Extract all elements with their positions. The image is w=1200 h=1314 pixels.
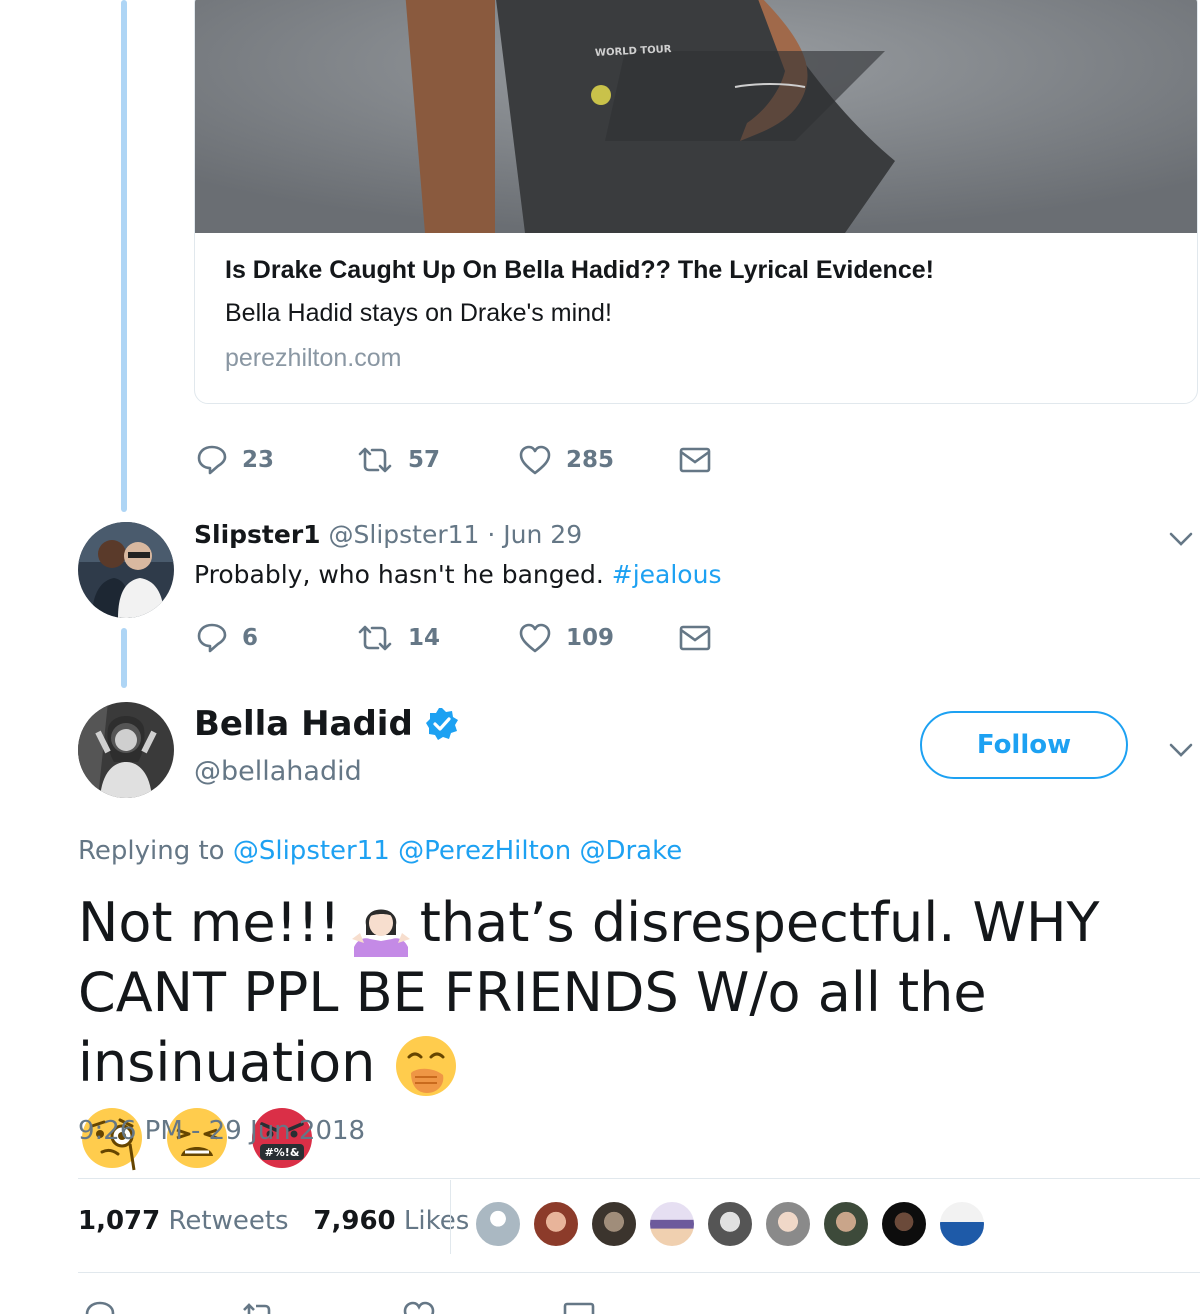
chevron-down-icon[interactable] <box>1168 531 1194 547</box>
like-count: 285 <box>566 447 615 473</box>
envelope-icon <box>679 447 711 473</box>
reply-date[interactable]: Jun 29 <box>503 520 582 549</box>
reply-icon <box>197 623 227 653</box>
heart-icon <box>519 623 551 653</box>
reply-tweet-actions: 6 14 109 <box>196 622 712 654</box>
retweet-icon <box>358 625 392 651</box>
retweets-count[interactable]: 1,077 <box>78 1206 160 1236</box>
stats-divider <box>450 1180 451 1254</box>
liker-avatar[interactable] <box>706 1200 754 1248</box>
reply-author-handle[interactable]: @Slipster11 <box>329 520 480 549</box>
like-button[interactable]: 109 <box>518 622 678 654</box>
like-count: 109 <box>566 625 615 651</box>
liker-avatar[interactable] <box>764 1200 812 1248</box>
like-button[interactable]: 285 <box>518 444 678 476</box>
tweet-timestamp[interactable]: 9:26 PM - 29 Jun 2018 <box>78 1116 365 1146</box>
mention-slipster[interactable]: @Slipster11 <box>233 836 390 866</box>
liker-avatar[interactable] <box>532 1200 580 1248</box>
reply-button[interactable]: 6 <box>196 622 356 654</box>
direct-message-button[interactable] <box>678 445 712 475</box>
retweet-button[interactable]: 57 <box>356 444 518 476</box>
bottom-actions-partial <box>84 1300 604 1314</box>
reply-author-line: Slipster1 @Slipster11 · Jun 29 <box>194 520 582 549</box>
replying-prefix: Replying to <box>78 836 233 866</box>
liker-avatar[interactable] <box>648 1200 696 1248</box>
tweet-stats: 1,077 Retweets 7,960 Likes <box>78 1206 469 1236</box>
heart-icon <box>519 445 551 475</box>
reply-count: 23 <box>242 447 275 473</box>
retweet-button[interactable]: 14 <box>356 622 518 654</box>
envelope-icon <box>679 625 711 651</box>
liker-avatar[interactable] <box>938 1200 986 1248</box>
reply-text-body: Probably, who hasn't he banged. <box>194 560 612 589</box>
retweets-label[interactable]: Retweets <box>169 1206 289 1236</box>
retweet-icon <box>358 447 392 473</box>
avatar-slipster[interactable] <box>78 522 174 618</box>
envelope-icon[interactable] <box>562 1300 596 1314</box>
separator-dot: · <box>479 520 504 549</box>
retweet-count: 14 <box>408 625 441 651</box>
card-description: Bella Hadid stays on Drake's mind! <box>225 299 612 327</box>
card-image: WORLD TOUR <box>195 0 1197 233</box>
follow-button[interactable]: Follow <box>920 711 1128 779</box>
replying-to-line: Replying to @Slipster11 @PerezHilton @Dr… <box>78 836 682 866</box>
retweet-count: 57 <box>408 447 441 473</box>
reply-tweet-text: Probably, who hasn't he banged. #jealous <box>194 560 721 589</box>
reply-icon[interactable] <box>84 1300 116 1314</box>
card-domain: perezhilton.com <box>225 344 402 372</box>
reply-icon <box>197 445 227 475</box>
thread-line-top <box>121 0 127 512</box>
divider-top <box>78 1178 1200 1179</box>
likers-avatars <box>474 1200 996 1248</box>
top-tweet-actions: 23 57 285 <box>196 444 712 476</box>
retweet-icon[interactable] <box>240 1300 278 1314</box>
reply-count: 6 <box>242 625 259 651</box>
main-author-name[interactable]: Bella Hadid <box>194 704 413 744</box>
main-author-handle[interactable]: @bellahadid <box>194 756 362 787</box>
reply-button[interactable]: 23 <box>196 444 356 476</box>
thread-line-middle <box>121 628 127 688</box>
liker-avatar[interactable] <box>474 1200 522 1248</box>
main-author-name-row: Bella Hadid <box>194 704 459 744</box>
woman-shrugging-emoji-icon <box>351 909 410 958</box>
liker-avatar[interactable] <box>590 1200 638 1248</box>
performer-photo <box>195 0 1197 233</box>
symbols-text: #%!& <box>265 1146 300 1159</box>
direct-message-button[interactable] <box>678 623 712 653</box>
divider-bottom <box>78 1272 1200 1273</box>
avatar-photo <box>78 522 174 618</box>
mention-perezhilton[interactable]: @PerezHilton <box>398 836 571 866</box>
heart-icon[interactable] <box>402 1300 436 1314</box>
avatar-photo <box>78 702 174 798</box>
liker-avatar[interactable] <box>822 1200 870 1248</box>
avatar-bella-hadid[interactable] <box>78 702 174 798</box>
link-preview-card[interactable]: WORLD TOUR Is Drake Caught Up On Bella H… <box>194 0 1198 404</box>
card-title: Is Drake Caught Up On Bella Hadid?? The … <box>225 256 934 284</box>
chevron-down-icon[interactable] <box>1168 742 1194 758</box>
hashtag-link[interactable]: #jealous <box>612 560 722 589</box>
reply-author-name[interactable]: Slipster1 <box>194 520 321 549</box>
mention-drake[interactable]: @Drake <box>579 836 682 866</box>
liker-avatar[interactable] <box>880 1200 928 1248</box>
main-text-part1: Not me!!! <box>78 891 358 954</box>
likes-label[interactable]: Likes <box>404 1206 469 1236</box>
likes-count[interactable]: 7,960 <box>313 1206 395 1236</box>
verified-badge-icon <box>425 708 458 740</box>
hand-over-mouth-emoji-icon <box>395 1036 456 1097</box>
